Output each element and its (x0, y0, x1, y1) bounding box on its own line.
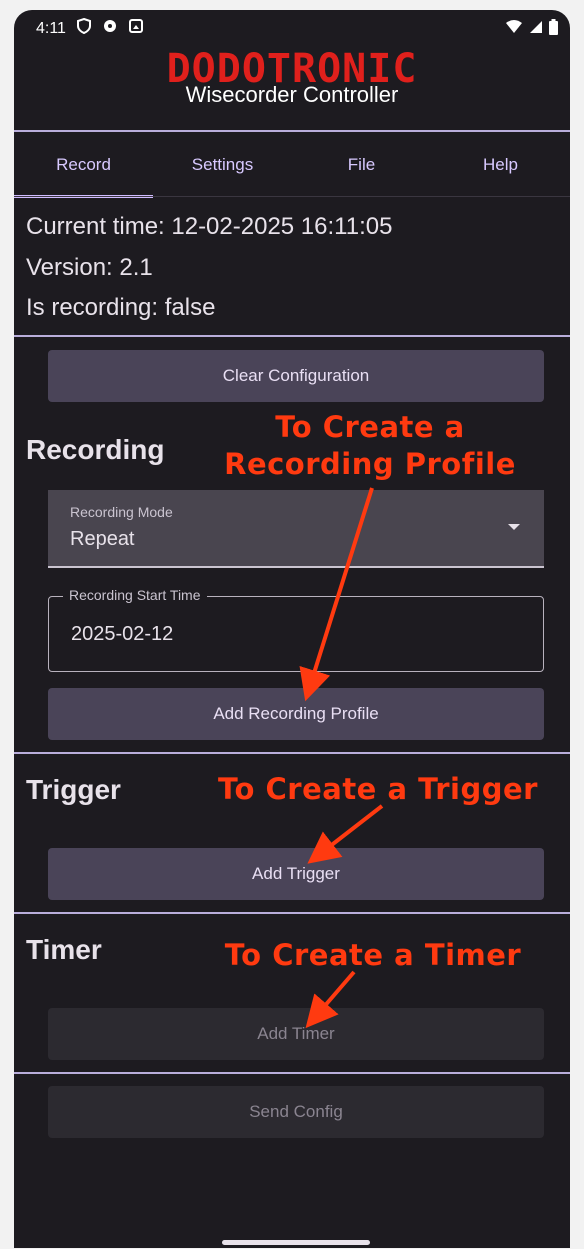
app-screen: 4:11 DODOTRONIC Wisecorder Controller Re… (14, 10, 570, 1248)
home-indicator[interactable] (222, 1240, 370, 1245)
recording-profile-arrow (299, 487, 374, 702)
trigger-arrow (307, 804, 384, 864)
annotation-arrows (299, 487, 384, 1029)
timer-arrow (305, 970, 356, 1029)
